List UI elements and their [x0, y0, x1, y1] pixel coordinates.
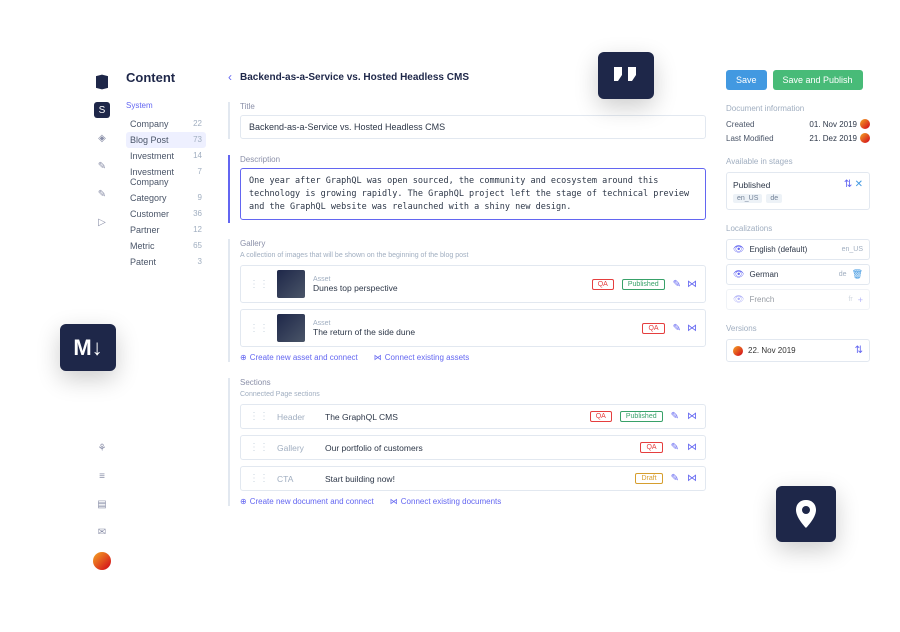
title-input[interactable] [240, 115, 706, 139]
nav-content-icon[interactable]: S [94, 102, 110, 118]
sidebar: Content System Company22 Blog Post73 Inv… [114, 70, 214, 570]
drag-handle-icon[interactable]: ⋮⋮ [249, 411, 269, 422]
gallery-sublabel: A collection of images that will be show… [240, 252, 706, 259]
description-textarea[interactable]: One year after GraphQL was open sourced,… [240, 168, 706, 220]
nav-play-icon[interactable]: ▷ [94, 214, 110, 230]
section-row: ⋮⋮ CTA Start building now! Draft ✎⋈ [240, 466, 706, 491]
quote-feature-card [598, 52, 654, 99]
localizations-label: Localizations [726, 224, 870, 233]
nav-chat-icon[interactable]: ✉ [94, 524, 110, 540]
unlink-icon[interactable]: ⋈ [687, 473, 697, 484]
sidebar-section-label: System [126, 101, 206, 110]
back-button[interactable]: ‹ [228, 70, 232, 84]
nav-layers-icon[interactable]: ◈ [94, 130, 110, 146]
title-label: Title [240, 102, 706, 111]
nav-docs-icon[interactable]: ▤ [94, 496, 110, 512]
sections-label: Sections [240, 378, 706, 387]
user-avatar[interactable] [93, 552, 111, 570]
drag-handle-icon[interactable]: ⋮⋮ [249, 442, 269, 453]
asset-row: ⋮⋮ AssetThe return of the side dune QA ✎… [240, 309, 706, 347]
asset-row: ⋮⋮ AssetDunes top perspective QA Publish… [240, 265, 706, 303]
compare-icon[interactable]: ⇅ [855, 345, 863, 356]
sidebar-item-investment[interactable]: Investment14 [126, 148, 206, 164]
add-locale-icon[interactable]: + [858, 295, 863, 305]
sidebar-item-patent[interactable]: Patent3 [126, 254, 206, 270]
asset-thumbnail [277, 270, 305, 298]
version-avatar [733, 346, 743, 356]
create-asset-link[interactable]: ⊕ Create new asset and connect [240, 353, 358, 362]
sidebar-item-blog-post[interactable]: Blog Post73 [126, 132, 206, 148]
save-publish-button[interactable]: Save and Publish [773, 70, 863, 90]
qa-badge: QA [592, 279, 614, 290]
modifier-avatar [860, 133, 870, 143]
edit-icon[interactable]: ✎ [673, 323, 681, 334]
close-icon[interactable]: ✕ [855, 179, 863, 190]
sidebar-item-partner[interactable]: Partner12 [126, 222, 206, 238]
stage-box: Published⇅ ✕ en_USde [726, 172, 870, 210]
location-feature-card [776, 486, 836, 542]
doc-info-label: Document information [726, 104, 870, 113]
sidebar-item-category[interactable]: Category9 [126, 190, 206, 206]
compare-icon[interactable]: ⇅ [844, 179, 852, 190]
page-title: Content [126, 70, 206, 85]
unlink-icon[interactable]: ⋈ [687, 442, 697, 453]
locale-row[interactable]: 👁Germande🗑 [726, 264, 870, 285]
drag-handle-icon[interactable]: ⋮⋮ [249, 323, 269, 334]
sidebar-item-customer[interactable]: Customer36 [126, 206, 206, 222]
sidebar-item-investment-company[interactable]: Investment Company7 [126, 164, 206, 190]
connect-documents-link[interactable]: ⋈ Connect existing documents [390, 497, 502, 506]
sections-sublabel: Connected Page sections [240, 391, 706, 398]
stages-label: Available in stages [726, 157, 870, 166]
creator-avatar [860, 119, 870, 129]
eye-icon: 👁 [733, 294, 744, 305]
nav-note-icon[interactable]: ✎ [94, 186, 110, 202]
nav-webhooks-icon[interactable]: ⚘ [94, 440, 110, 456]
unlink-icon[interactable]: ⋈ [687, 279, 697, 290]
markdown-feature-card: M↓ [60, 324, 116, 371]
breadcrumb: Backend-as-a-Service vs. Hosted Headless… [240, 72, 469, 83]
connect-assets-link[interactable]: ⋈ Connect existing assets [374, 353, 470, 362]
locale-row[interactable]: 👁English (default)en_US [726, 239, 870, 260]
unlink-icon[interactable]: ⋈ [687, 323, 697, 334]
edit-icon[interactable]: ✎ [671, 442, 679, 453]
sidebar-item-company[interactable]: Company22 [126, 116, 206, 132]
versions-label: Versions [726, 324, 870, 333]
published-badge: Published [622, 279, 665, 290]
nav-rail: S ◈ ✎ ✎ ▷ ⚘ ≡ ▤ ✉ [90, 70, 114, 570]
sidebar-item-metric[interactable]: Metric65 [126, 238, 206, 254]
save-button[interactable]: Save [726, 70, 767, 90]
nav-edit-icon[interactable]: ✎ [94, 158, 110, 174]
qa-badge: QA [642, 323, 664, 334]
nav-settings-icon[interactable]: ≡ [94, 468, 110, 484]
drag-handle-icon[interactable]: ⋮⋮ [249, 279, 269, 290]
version-row[interactable]: 22. Nov 2019⇅ [726, 339, 870, 362]
locale-row[interactable]: 👁Frenchfr+ [726, 289, 870, 310]
gallery-label: Gallery [240, 239, 706, 248]
delete-locale-icon[interactable]: 🗑 [852, 269, 863, 280]
main-content: ‹ Backend-as-a-Service vs. Hosted Headle… [214, 70, 720, 570]
create-document-link[interactable]: ⊕ Create new document and connect [240, 497, 374, 506]
edit-icon[interactable]: ✎ [673, 279, 681, 290]
asset-thumbnail [277, 314, 305, 342]
unlink-icon[interactable]: ⋈ [687, 411, 697, 422]
drag-handle-icon[interactable]: ⋮⋮ [249, 473, 269, 484]
edit-icon[interactable]: ✎ [671, 473, 679, 484]
section-row: ⋮⋮ Header The GraphQL CMS QA Published ✎… [240, 404, 706, 429]
section-row: ⋮⋮ Gallery Our portfolio of customers QA… [240, 435, 706, 460]
logo-icon [94, 74, 110, 90]
eye-icon: 👁 [733, 269, 744, 280]
edit-icon[interactable]: ✎ [671, 411, 679, 422]
eye-icon: 👁 [733, 244, 744, 255]
description-label: Description [240, 155, 706, 164]
